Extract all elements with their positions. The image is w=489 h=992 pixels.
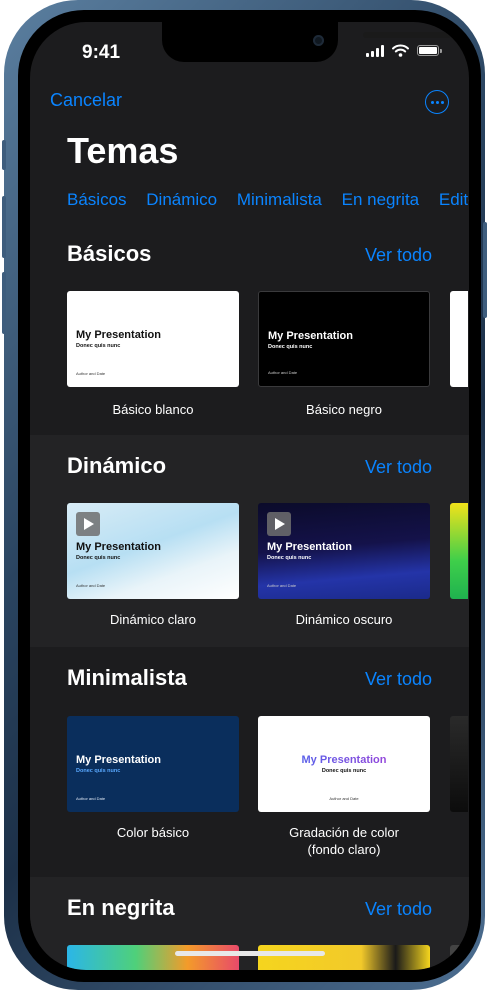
signal-icon (366, 44, 384, 57)
screen: 9:41 Cancelar Temas Básicos Dinámico Min… (30, 22, 469, 970)
wifi-icon (392, 44, 409, 57)
slide-title: My Presentation (267, 541, 352, 553)
status-icons (366, 44, 442, 57)
slide-title: My Presentation (76, 754, 161, 766)
phone-frame: 9:41 Cancelar Temas Básicos Dinámico Min… (2, 0, 487, 990)
speaker (363, 32, 451, 38)
section-dinamico: Dinámico Ver todo My Presentation Donec … (30, 435, 469, 647)
theme-thumb-peek[interactable] (450, 945, 468, 970)
slide-title: My Presentation (76, 541, 161, 553)
tab-en-negrita[interactable]: En negrita (342, 190, 420, 209)
see-all-dinamico-button[interactable]: Ver todo (365, 457, 432, 478)
slide-title: My Presentation (268, 330, 353, 342)
status-time: 9:41 (82, 42, 121, 63)
theme-label: Color básico (116, 825, 190, 840)
cancel-button[interactable]: Cancelar (50, 90, 122, 111)
theme-thumb-peek[interactable] (450, 503, 468, 599)
theme-thumb-bold-2[interactable] (258, 945, 430, 970)
theme-thumb-color-basico[interactable]: My Presentation Donec quis nunc Author a… (67, 716, 239, 812)
theme-category-tabs: Básicos Dinámico Minimalista En negrita … (67, 190, 469, 210)
power-button (483, 222, 487, 318)
theme-thumb-dinamico-claro[interactable]: My Presentation Donec quis nunc Author a… (67, 503, 239, 599)
slide-title: My Presentation (76, 329, 161, 341)
theme-label-line1: Gradación de color (289, 825, 399, 840)
theme-thumb-dinamico-oscuro[interactable]: My Presentation Donec quis nunc Author a… (258, 503, 430, 599)
battery-icon (417, 45, 442, 56)
theme-thumb-basico-blanco[interactable]: My Presentation Donec quis nunc Author a… (67, 291, 239, 387)
play-icon (267, 512, 291, 536)
section-en-negrita: En negrita Ver todo (30, 877, 469, 970)
slide-author: Author and Date (76, 796, 106, 801)
slide-author: Author and Date (267, 583, 297, 588)
slide-author: Author and Date (76, 371, 106, 376)
theme-thumb-gradacion-color[interactable]: My Presentation Donec quis nunc Author a… (258, 716, 430, 812)
section-title: En negrita (67, 895, 175, 920)
slide-subtitle: Donec quis nunc (76, 768, 121, 774)
section-basicos: Básicos Ver todo My Presentation Donec q… (30, 225, 469, 435)
mute-switch (2, 140, 6, 170)
tab-basicos[interactable]: Básicos (67, 190, 127, 209)
section-title: Minimalista (67, 665, 187, 690)
slide-subtitle: Donec quis nunc (267, 555, 312, 561)
volume-up-button (2, 196, 6, 258)
home-indicator[interactable] (175, 951, 325, 956)
slide-author: Author and Date (268, 370, 298, 375)
see-all-en-negrita-button[interactable]: Ver todo (365, 899, 432, 920)
theme-label: Básico negro (306, 402, 382, 417)
section-minimalista: Minimalista Ver todo My Presentation Don… (30, 647, 469, 877)
tab-editorial[interactable]: Edito (439, 190, 469, 209)
play-icon (76, 512, 100, 536)
section-title: Dinámico (67, 453, 167, 478)
theme-thumb-peek[interactable] (450, 291, 468, 387)
theme-label: Dinámico oscuro (295, 612, 393, 627)
theme-thumb-peek[interactable] (450, 716, 468, 812)
slide-author: Author and Date (76, 583, 106, 588)
slide-subtitle: Donec quis nunc (76, 555, 121, 561)
slide-author: Author and Date (329, 796, 359, 801)
theme-label-line2: (fondo claro) (307, 842, 381, 857)
tab-dinamico[interactable]: Dinámico (146, 190, 217, 209)
see-all-basicos-button[interactable]: Ver todo (365, 245, 432, 266)
theme-thumb-bold-1[interactable] (67, 945, 239, 970)
theme-label: Gradación de color (fondo claro) (258, 824, 430, 858)
tab-minimalista[interactable]: Minimalista (237, 190, 322, 209)
slide-subtitle: Donec quis nunc (268, 344, 313, 350)
page-title: Temas (67, 130, 179, 171)
camera (313, 35, 324, 46)
more-icon[interactable] (425, 90, 449, 114)
volume-down-button (2, 272, 6, 334)
theme-label: Dinámico claro (110, 612, 196, 627)
section-title: Básicos (67, 241, 152, 266)
see-all-minimalista-button[interactable]: Ver todo (365, 669, 432, 690)
slide-title: My Presentation (258, 754, 430, 766)
notch (162, 22, 451, 62)
theme-thumb-basico-negro[interactable]: My Presentation Donec quis nunc Author a… (258, 291, 430, 387)
theme-label: Básico blanco (112, 402, 194, 417)
slide-subtitle: Donec quis nunc (321, 768, 367, 774)
slide-subtitle: Donec quis nunc (76, 343, 121, 349)
